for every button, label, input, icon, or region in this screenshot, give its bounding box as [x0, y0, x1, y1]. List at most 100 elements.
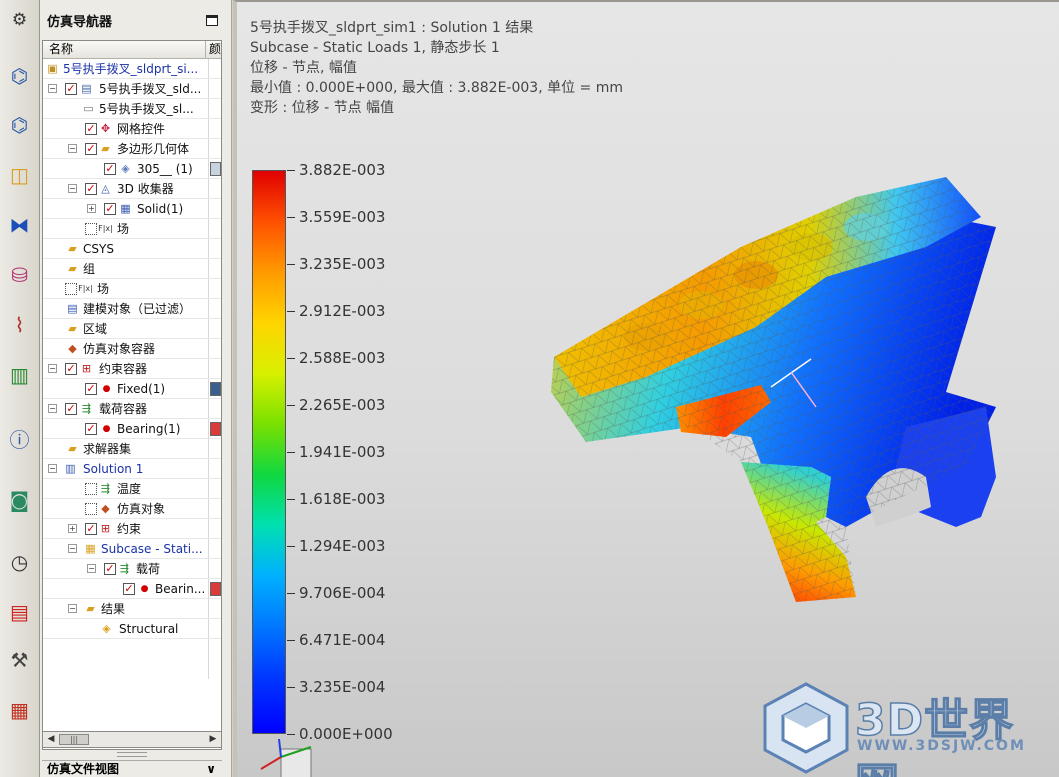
visibility-checkbox[interactable]: ✓	[85, 123, 97, 135]
dot-icon: ●	[140, 584, 149, 594]
tree-row-constraint[interactable]: + ✓ ⊞ 约束	[43, 519, 221, 539]
visibility-checkbox[interactable]: ✓	[85, 523, 97, 535]
tree-row-field[interactable]: F|x| 场	[43, 219, 221, 239]
tree-row-bearing-load[interactable]: ✓ ● Bearin...	[43, 579, 221, 599]
scroll-right-icon[interactable]: ▶	[206, 733, 220, 746]
tree-row-temperature[interactable]: ⇶ 温度	[43, 479, 221, 499]
tool-icon[interactable]: ⚒	[3, 640, 36, 680]
tree-row-structural[interactable]: ◈ Structural	[43, 619, 221, 639]
collapse-icon[interactable]: −	[48, 464, 57, 473]
tree-row-root[interactable]: ▣ 5号执手拨叉_sldprt_si...	[43, 59, 221, 79]
tree-row-polygon-geometry[interactable]: − ✓ ▰ 多边形几何体	[43, 139, 221, 159]
tree-row-mesh-control[interactable]: ✓ ✥ 网格控件	[43, 119, 221, 139]
horizontal-scrollbar[interactable]: ◀ ||| ▶	[42, 731, 222, 748]
collapse-icon[interactable]: −	[48, 364, 57, 373]
visibility-checkbox[interactable]: ✓	[104, 563, 116, 575]
chevron-down-icon[interactable]: ∨	[206, 761, 216, 777]
folder-icon: ▰	[101, 142, 110, 155]
web-icon[interactable]: ◙	[3, 480, 36, 520]
tree-row-3d-collector[interactable]: − ✓ ◬ 3D 收集器	[43, 179, 221, 199]
legend-value: 1.941E-003	[299, 443, 386, 461]
info-line-subcase: Subcase - Static Loads 1, 静态步长 1	[250, 40, 500, 56]
visibility-checkbox[interactable]: ✓	[85, 143, 97, 155]
palette-icon[interactable]: ▥	[3, 355, 36, 395]
collapse-icon[interactable]: −	[68, 184, 77, 193]
sim-file-view-header[interactable]: 仿真文件视图 ∨	[42, 760, 222, 777]
info-icon[interactable]: ⓘ	[3, 418, 36, 458]
visibility-checkbox[interactable]: ✓	[65, 83, 77, 95]
color-swatch[interactable]	[210, 422, 221, 436]
tree-row-constraint-container[interactable]: − ✓ ⊞ 约束容器	[43, 359, 221, 379]
tree-row-field-2[interactable]: F|x| 场	[43, 279, 221, 299]
panel-splitter[interactable]	[117, 752, 147, 757]
tree-row-load-container[interactable]: − ✓ ⇶ 载荷容器	[43, 399, 221, 419]
tree-row-group[interactable]: ▰ 组	[43, 259, 221, 279]
graphics-window[interactable]: 5号执手拨叉_sldprt_sim1 : Solution 1 结果 Subca…	[233, 0, 1059, 777]
tree-row-body[interactable]: ✓ ◈ 305__ (1)	[43, 159, 221, 179]
visibility-checkbox[interactable]: ✓	[123, 583, 135, 595]
visibility-checkbox[interactable]	[85, 483, 97, 495]
expand-icon[interactable]: +	[68, 524, 77, 533]
navigator-tree[interactable]: 名称 颜 ▣ 5号执手拨叉_sldprt_si... − ✓ ▤ 5号执手拨叉_…	[42, 40, 222, 750]
collapse-icon[interactable]: −	[48, 404, 57, 413]
collapse-icon[interactable]: −	[68, 544, 77, 553]
tree-row-solution[interactable]: − ▥ Solution 1	[43, 459, 221, 479]
visibility-checkbox[interactable]: ✓	[85, 383, 97, 395]
part-icon: ▭	[83, 102, 94, 115]
visibility-checkbox[interactable]: ✓	[65, 363, 77, 375]
tree-row-prt[interactable]: ▭ 5号执手拨叉_sl...	[43, 99, 221, 119]
tree-row-fixed[interactable]: ✓ ● Fixed(1)	[43, 379, 221, 399]
visibility-checkbox[interactable]	[65, 283, 77, 295]
view-triad[interactable]	[251, 739, 331, 777]
legend-tick	[287, 593, 295, 594]
tree-row-loads[interactable]: − ✓ ⇶ 载荷	[43, 559, 221, 579]
color-swatch[interactable]	[210, 382, 221, 396]
collapse-icon[interactable]: −	[87, 564, 96, 573]
sensor-icon[interactable]: ⛁	[3, 255, 36, 295]
fea-model-view[interactable]	[526, 177, 1006, 607]
tree-row-sim-object-container[interactable]: ◆ 仿真对象容器	[43, 339, 221, 359]
visibility-checkbox[interactable]: ✓	[85, 183, 97, 195]
tree-row-results[interactable]: − ▰ 结果	[43, 599, 221, 619]
visibility-checkbox[interactable]: ✓	[104, 203, 116, 215]
constraint-icon[interactable]: ⧓	[3, 205, 36, 245]
visibility-checkbox[interactable]	[85, 223, 97, 235]
tree-row-sim-object[interactable]: ◆ 仿真对象	[43, 499, 221, 519]
collapse-icon[interactable]: −	[48, 84, 57, 93]
tree-label: 组	[83, 262, 96, 276]
clock-icon[interactable]: ◷	[3, 542, 36, 582]
maximize-icon[interactable]	[206, 15, 218, 26]
folder-icon: ▰	[68, 262, 77, 275]
tree-row-subcase[interactable]: − ▦ Subcase - Stati...	[43, 539, 221, 559]
gear-icon[interactable]: ⚙	[3, 4, 36, 36]
visibility-checkbox[interactable]: ✓	[85, 423, 97, 435]
tree-row-solver-set[interactable]: ▰ 求解器集	[43, 439, 221, 459]
color-swatch[interactable]	[210, 582, 221, 596]
history-icon[interactable]: ▦	[3, 690, 36, 730]
legend-tick	[287, 734, 295, 735]
assembly-icon[interactable]: ◫	[3, 155, 36, 195]
color-scale-icon[interactable]: ▤	[3, 592, 36, 632]
part-navigator-icon[interactable]: ⌬	[3, 56, 36, 96]
column-name[interactable]: 名称	[43, 41, 206, 58]
color-swatch[interactable]	[210, 162, 221, 176]
scroll-left-icon[interactable]: ◀	[44, 733, 58, 746]
info-line-title: 5号执手拨叉_sldprt_sim1 : Solution 1 结果	[250, 20, 534, 36]
scroll-thumb[interactable]: |||	[59, 734, 89, 745]
tree-row-solid[interactable]: + ✓ ▦ Solid(1)	[43, 199, 221, 219]
graph-icon[interactable]: ⌇	[3, 305, 36, 345]
visibility-checkbox[interactable]: ✓	[65, 403, 77, 415]
visibility-checkbox[interactable]	[85, 503, 97, 515]
visibility-checkbox[interactable]: ✓	[104, 163, 116, 175]
column-color[interactable]: 颜	[206, 41, 221, 58]
tree-row-region[interactable]: ▰ 区域	[43, 319, 221, 339]
collapse-icon[interactable]: −	[68, 604, 77, 613]
expand-icon[interactable]: +	[87, 204, 96, 213]
collapse-icon[interactable]: −	[68, 144, 77, 153]
tree-row-modeling-objects[interactable]: ▤ 建模对象（已过滤）	[43, 299, 221, 319]
tree-row-fem[interactable]: − ✓ ▤ 5号执手拨叉_sld...	[43, 79, 221, 99]
tree-row-bearing[interactable]: ✓ ● Bearing(1)	[43, 419, 221, 439]
folder-icon: ▰	[86, 602, 95, 615]
tree-row-csys[interactable]: ▰ CSYS	[43, 239, 221, 259]
sim-navigator-icon[interactable]: ⌬	[3, 105, 36, 145]
